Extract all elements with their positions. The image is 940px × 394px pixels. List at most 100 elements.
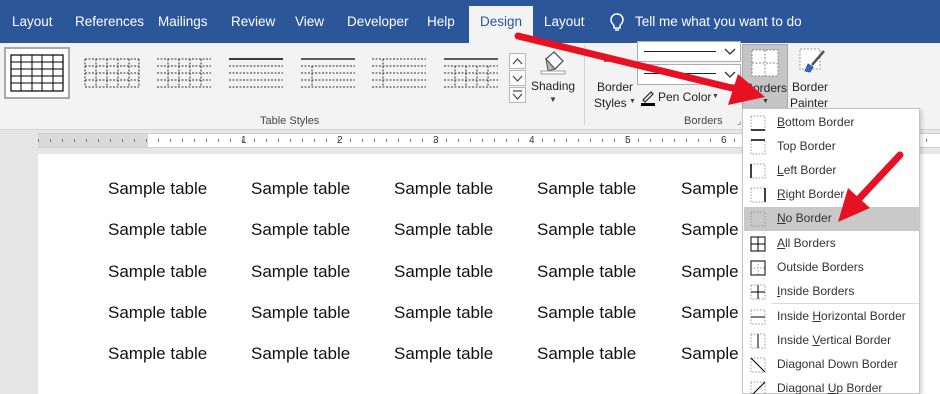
table-cell[interactable]: Sample table	[108, 220, 207, 240]
menu-item-label: Top Border	[777, 139, 836, 153]
shading-label: Shading	[531, 79, 576, 93]
ruler-tick	[566, 139, 567, 142]
ruler-tick	[170, 139, 171, 142]
pen-color-button[interactable]: Pen Color ▼	[638, 88, 742, 108]
table-style-plain-1[interactable]	[151, 47, 217, 99]
table-cell[interactable]: Sample table	[251, 220, 350, 240]
tell-me-text: Tell me what you want to do	[635, 14, 802, 29]
table-style-grid[interactable]	[4, 47, 70, 99]
menu-item-diagonal-down-border[interactable]: Diagonal Down Border	[744, 353, 919, 377]
menu-item-label: Left Border	[777, 163, 837, 177]
ruler-tick	[710, 139, 711, 142]
gallery-scroll-up-button[interactable]	[509, 53, 526, 69]
table-cell[interactable]: Sample table	[251, 344, 350, 364]
menu-item-no-border[interactable]: No Border	[744, 207, 919, 231]
table-cell[interactable]: Sample table	[251, 262, 350, 282]
table-cell[interactable]: Sample table	[537, 344, 636, 364]
table-cell[interactable]: Sample table	[394, 220, 493, 240]
table-style-plain-5[interactable]	[438, 47, 504, 99]
paint-bucket-icon	[538, 49, 568, 75]
tab-help[interactable]: Help	[427, 0, 455, 43]
inside-vertical-border-icon	[749, 332, 767, 350]
ruler-tick	[722, 139, 723, 142]
borders-label: Borders	[745, 81, 788, 95]
ruler-margin	[38, 134, 148, 147]
tab-review[interactable]: Review	[231, 0, 275, 43]
table-style-plain-4[interactable]	[366, 47, 432, 99]
menu-item-left-border[interactable]: Left Border	[744, 159, 919, 183]
ruler-tick	[74, 139, 75, 142]
ruler-tick	[386, 139, 387, 142]
table-cell[interactable]: Sample table	[537, 220, 636, 240]
table-cell[interactable]: Sample table	[537, 262, 636, 282]
table-cell[interactable]: Sample table	[394, 179, 493, 199]
border-painter-label-1: Border	[792, 80, 829, 94]
ruler-tick	[422, 139, 423, 142]
ruler-tick	[602, 139, 603, 142]
table-cell[interactable]: Sample table	[108, 303, 207, 323]
ruler-tick	[122, 139, 123, 142]
ruler-tick	[350, 139, 351, 142]
tab-view[interactable]: View	[295, 0, 324, 43]
ruler-tick	[326, 139, 327, 142]
line-style-dropdown[interactable]	[637, 41, 741, 62]
tab-developer[interactable]: Developer	[347, 0, 409, 43]
menu-item-inside-borders[interactable]: Inside Borders	[744, 280, 919, 304]
ruler-tick	[362, 139, 363, 142]
ruler-tick	[314, 139, 315, 142]
table-cell[interactable]: Sample table	[394, 344, 493, 364]
menu-item-top-border[interactable]: Top Border	[744, 135, 919, 159]
group-separator	[584, 45, 585, 125]
line-weight-dropdown[interactable]	[637, 64, 741, 85]
diagonal-down-border-icon	[749, 356, 767, 374]
borders-dropdown-menu: Bottom Border Top Border Left Border Right …	[742, 108, 920, 394]
table-cell[interactable]: Sample table	[108, 344, 207, 364]
tab-references[interactable]: References	[75, 0, 144, 43]
border-painter-button[interactable]: Border Painter	[790, 45, 836, 113]
table-style-plain-3[interactable]	[295, 47, 361, 99]
ruler-tick	[494, 139, 495, 142]
table-cell[interactable]: Sample table	[394, 262, 493, 282]
tell-me-box[interactable]: Tell me what you want to do	[610, 0, 802, 43]
table-style-plain-2[interactable]	[223, 47, 289, 99]
ruler-tick	[50, 139, 51, 142]
border-styles-button[interactable]: Border Styles ▼	[590, 45, 638, 113]
gallery-more-button[interactable]	[509, 87, 526, 103]
gallery-scroll-down-button[interactable]	[509, 70, 526, 86]
ruler-tick	[482, 139, 483, 142]
tab-layout[interactable]: Layout	[12, 0, 53, 43]
menu-item-label: Right Border	[777, 187, 845, 201]
menu-item-label: Inside Vertical Border	[777, 333, 892, 347]
menu-item-outside-borders[interactable]: Outside Borders	[744, 256, 919, 280]
menu-item-diagonal-up-border[interactable]: Diagonal Up Border	[744, 377, 919, 394]
table-style-light-grid[interactable]	[79, 47, 145, 99]
ruler-tick	[374, 139, 375, 142]
table-cell[interactable]: Sample table	[394, 303, 493, 323]
ruler-tick	[458, 139, 459, 142]
table-cell[interactable]: Sample table	[108, 179, 207, 199]
table-cell[interactable]: Sample table	[537, 179, 636, 199]
table-cell[interactable]: Sample table	[251, 179, 350, 199]
menu-item-bottom-border[interactable]: Bottom Border	[744, 111, 919, 135]
table-cell[interactable]: Sample table	[108, 262, 207, 282]
ruler-tick	[86, 139, 87, 142]
ruler-tick	[134, 139, 135, 142]
table-cell[interactable]: Sample table	[537, 303, 636, 323]
menu-item-all-borders[interactable]: All Borders	[744, 232, 919, 256]
border-styles-icon	[602, 57, 626, 77]
menu-item-right-border[interactable]: Right Border	[744, 183, 919, 207]
ruler-tick	[926, 139, 927, 142]
ruler-tick	[530, 139, 531, 142]
menu-item-inside-vertical-border[interactable]: Inside Vertical Border	[744, 329, 919, 353]
ruler-tick	[518, 139, 519, 142]
shading-button[interactable]: Shading ▼	[528, 45, 578, 109]
all-borders-icon	[749, 235, 767, 253]
tab-design[interactable]: Design	[469, 6, 534, 43]
menu-item-inside-horizontal-border[interactable]: Inside Horizontal Border	[744, 305, 919, 329]
tab-mailings[interactable]: Mailings	[158, 0, 208, 43]
table-cell[interactable]: Sample table	[251, 303, 350, 323]
ruler-tick	[590, 139, 591, 142]
ruler-tick	[614, 139, 615, 142]
tab-table-layout[interactable]: Layout	[544, 0, 585, 43]
ruler-tick	[626, 139, 627, 142]
